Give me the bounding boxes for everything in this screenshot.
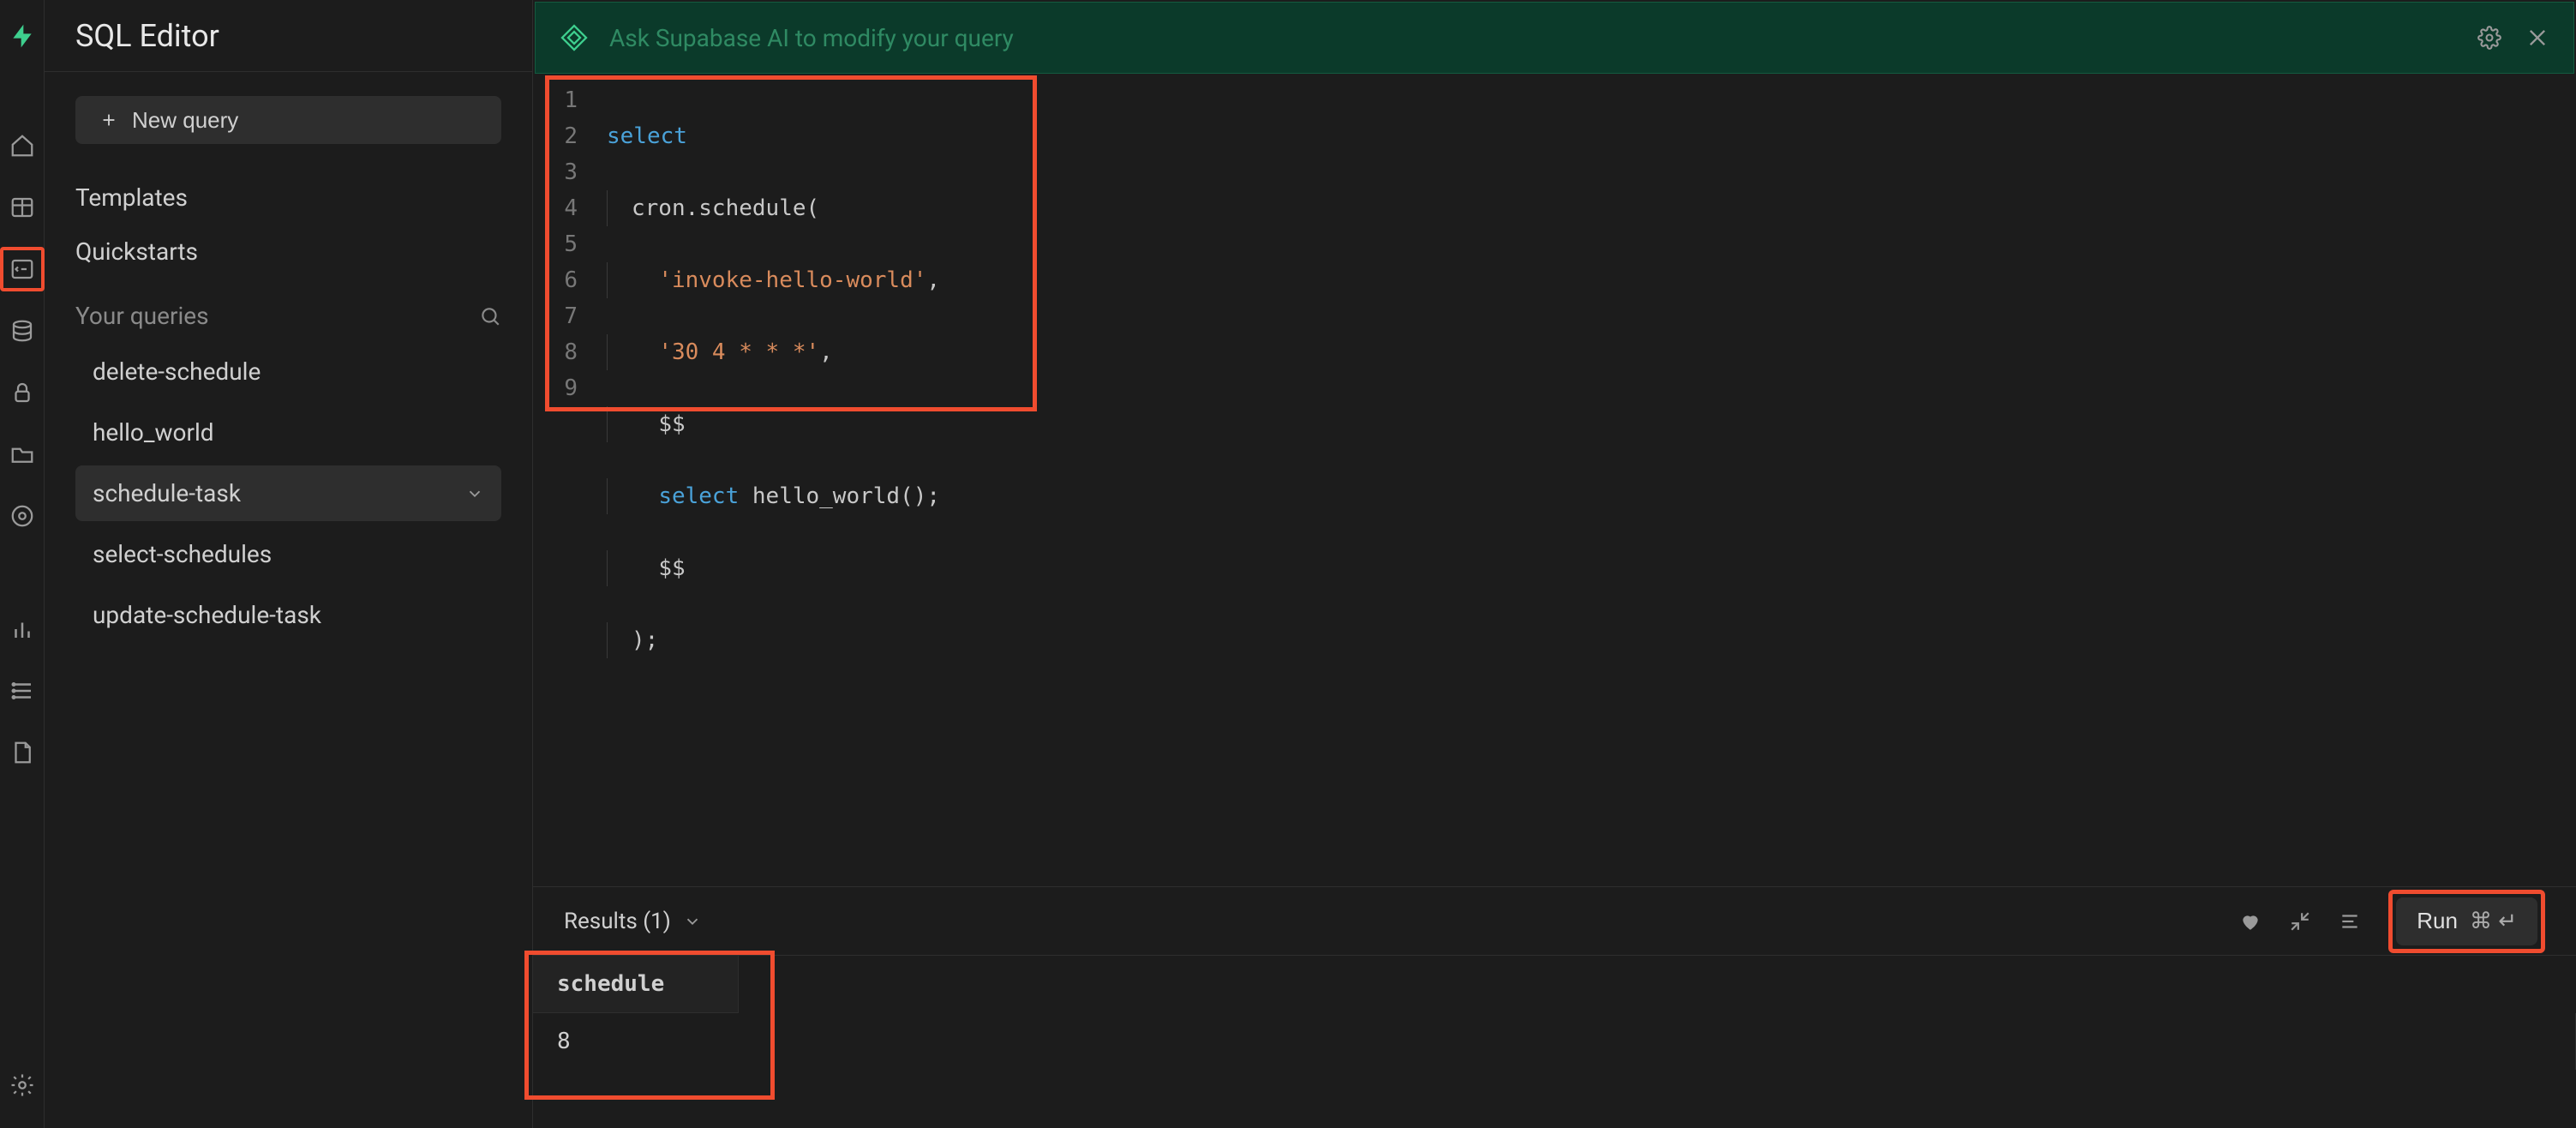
query-item-delete-schedule[interactable]: delete-schedule <box>75 344 501 399</box>
search-queries-icon[interactable] <box>479 305 501 327</box>
new-query-label: New query <box>132 107 238 134</box>
results-tab[interactable]: Results (1) <box>564 909 702 934</box>
query-item-hello-world[interactable]: hello_world <box>75 405 501 460</box>
run-label: Run <box>2417 908 2458 934</box>
nav-rail <box>0 0 45 1128</box>
logs-icon[interactable] <box>0 669 45 713</box>
query-item-label: schedule-task <box>93 479 241 507</box>
supabase-logo-icon[interactable] <box>0 14 45 58</box>
chevron-down-icon[interactable] <box>465 484 484 503</box>
page-title: SQL Editor <box>45 0 532 72</box>
results-pane: schedule 8 <box>533 955 2576 1102</box>
ai-diamond-icon <box>560 23 589 52</box>
reports-icon[interactable] <box>0 607 45 651</box>
query-item-label: hello_world <box>93 418 214 447</box>
ai-prompt-bar[interactable]: Ask Supabase AI to modify your query <box>535 2 2574 74</box>
sql-editor-icon[interactable] <box>0 247 45 291</box>
quickstarts-link[interactable]: Quickstarts <box>75 227 501 276</box>
query-item-select-schedules[interactable]: select-schedules <box>75 526 501 582</box>
annotation-box-run: Run ⌘ ↵ <box>2388 890 2545 953</box>
sql-editor[interactable]: 123456789 select cron.schedule( 'invoke-… <box>535 74 2574 886</box>
settings-icon[interactable] <box>0 1063 45 1107</box>
collapse-icon[interactable] <box>2289 910 2311 933</box>
results-column-header[interactable]: schedule <box>533 956 739 1013</box>
editor-code[interactable]: select cron.schedule( 'invoke-hello-worl… <box>590 74 940 886</box>
query-item-label: update-schedule-task <box>93 601 321 629</box>
query-item-label: select-schedules <box>93 540 272 568</box>
format-icon[interactable] <box>2339 910 2361 933</box>
query-item-schedule-task[interactable]: schedule-task <box>75 465 501 521</box>
results-label: Results (1) <box>564 909 671 934</box>
editor-gutter: 123456789 <box>535 74 590 886</box>
templates-link[interactable]: Templates <box>75 173 501 222</box>
run-button[interactable]: Run ⌘ ↵ <box>2396 897 2537 945</box>
database-icon[interactable] <box>0 309 45 353</box>
table-editor-icon[interactable] <box>0 185 45 230</box>
ai-prompt-placeholder: Ask Supabase AI to modify your query <box>609 24 2457 52</box>
run-shortcut: ⌘ ↵ <box>2470 908 2517 934</box>
your-queries-label: Your queries <box>75 302 209 330</box>
chevron-down-icon <box>683 912 702 931</box>
api-docs-icon[interactable] <box>0 730 45 775</box>
ai-close-icon[interactable] <box>2525 26 2549 50</box>
home-icon[interactable] <box>0 123 45 168</box>
results-toolbar: Results (1) Run ⌘ ↵ <box>533 886 2576 955</box>
query-item-update-schedule-task[interactable]: update-schedule-task <box>75 587 501 643</box>
new-query-button[interactable]: New query <box>75 96 501 144</box>
ai-settings-icon[interactable] <box>2477 26 2501 50</box>
edge-functions-icon[interactable] <box>0 494 45 538</box>
results-table[interactable]: schedule 8 <box>533 956 2576 1070</box>
auth-icon[interactable] <box>0 370 45 415</box>
plus-icon <box>99 111 118 129</box>
favorite-icon[interactable] <box>2239 910 2261 933</box>
main: Ask Supabase AI to modify your query 123… <box>533 0 2576 1128</box>
results-cell[interactable]: 8 <box>533 1013 2576 1070</box>
storage-icon[interactable] <box>0 432 45 477</box>
sidebar: SQL Editor New query Templates Quickstar… <box>45 0 533 1128</box>
query-item-label: delete-schedule <box>93 357 261 386</box>
